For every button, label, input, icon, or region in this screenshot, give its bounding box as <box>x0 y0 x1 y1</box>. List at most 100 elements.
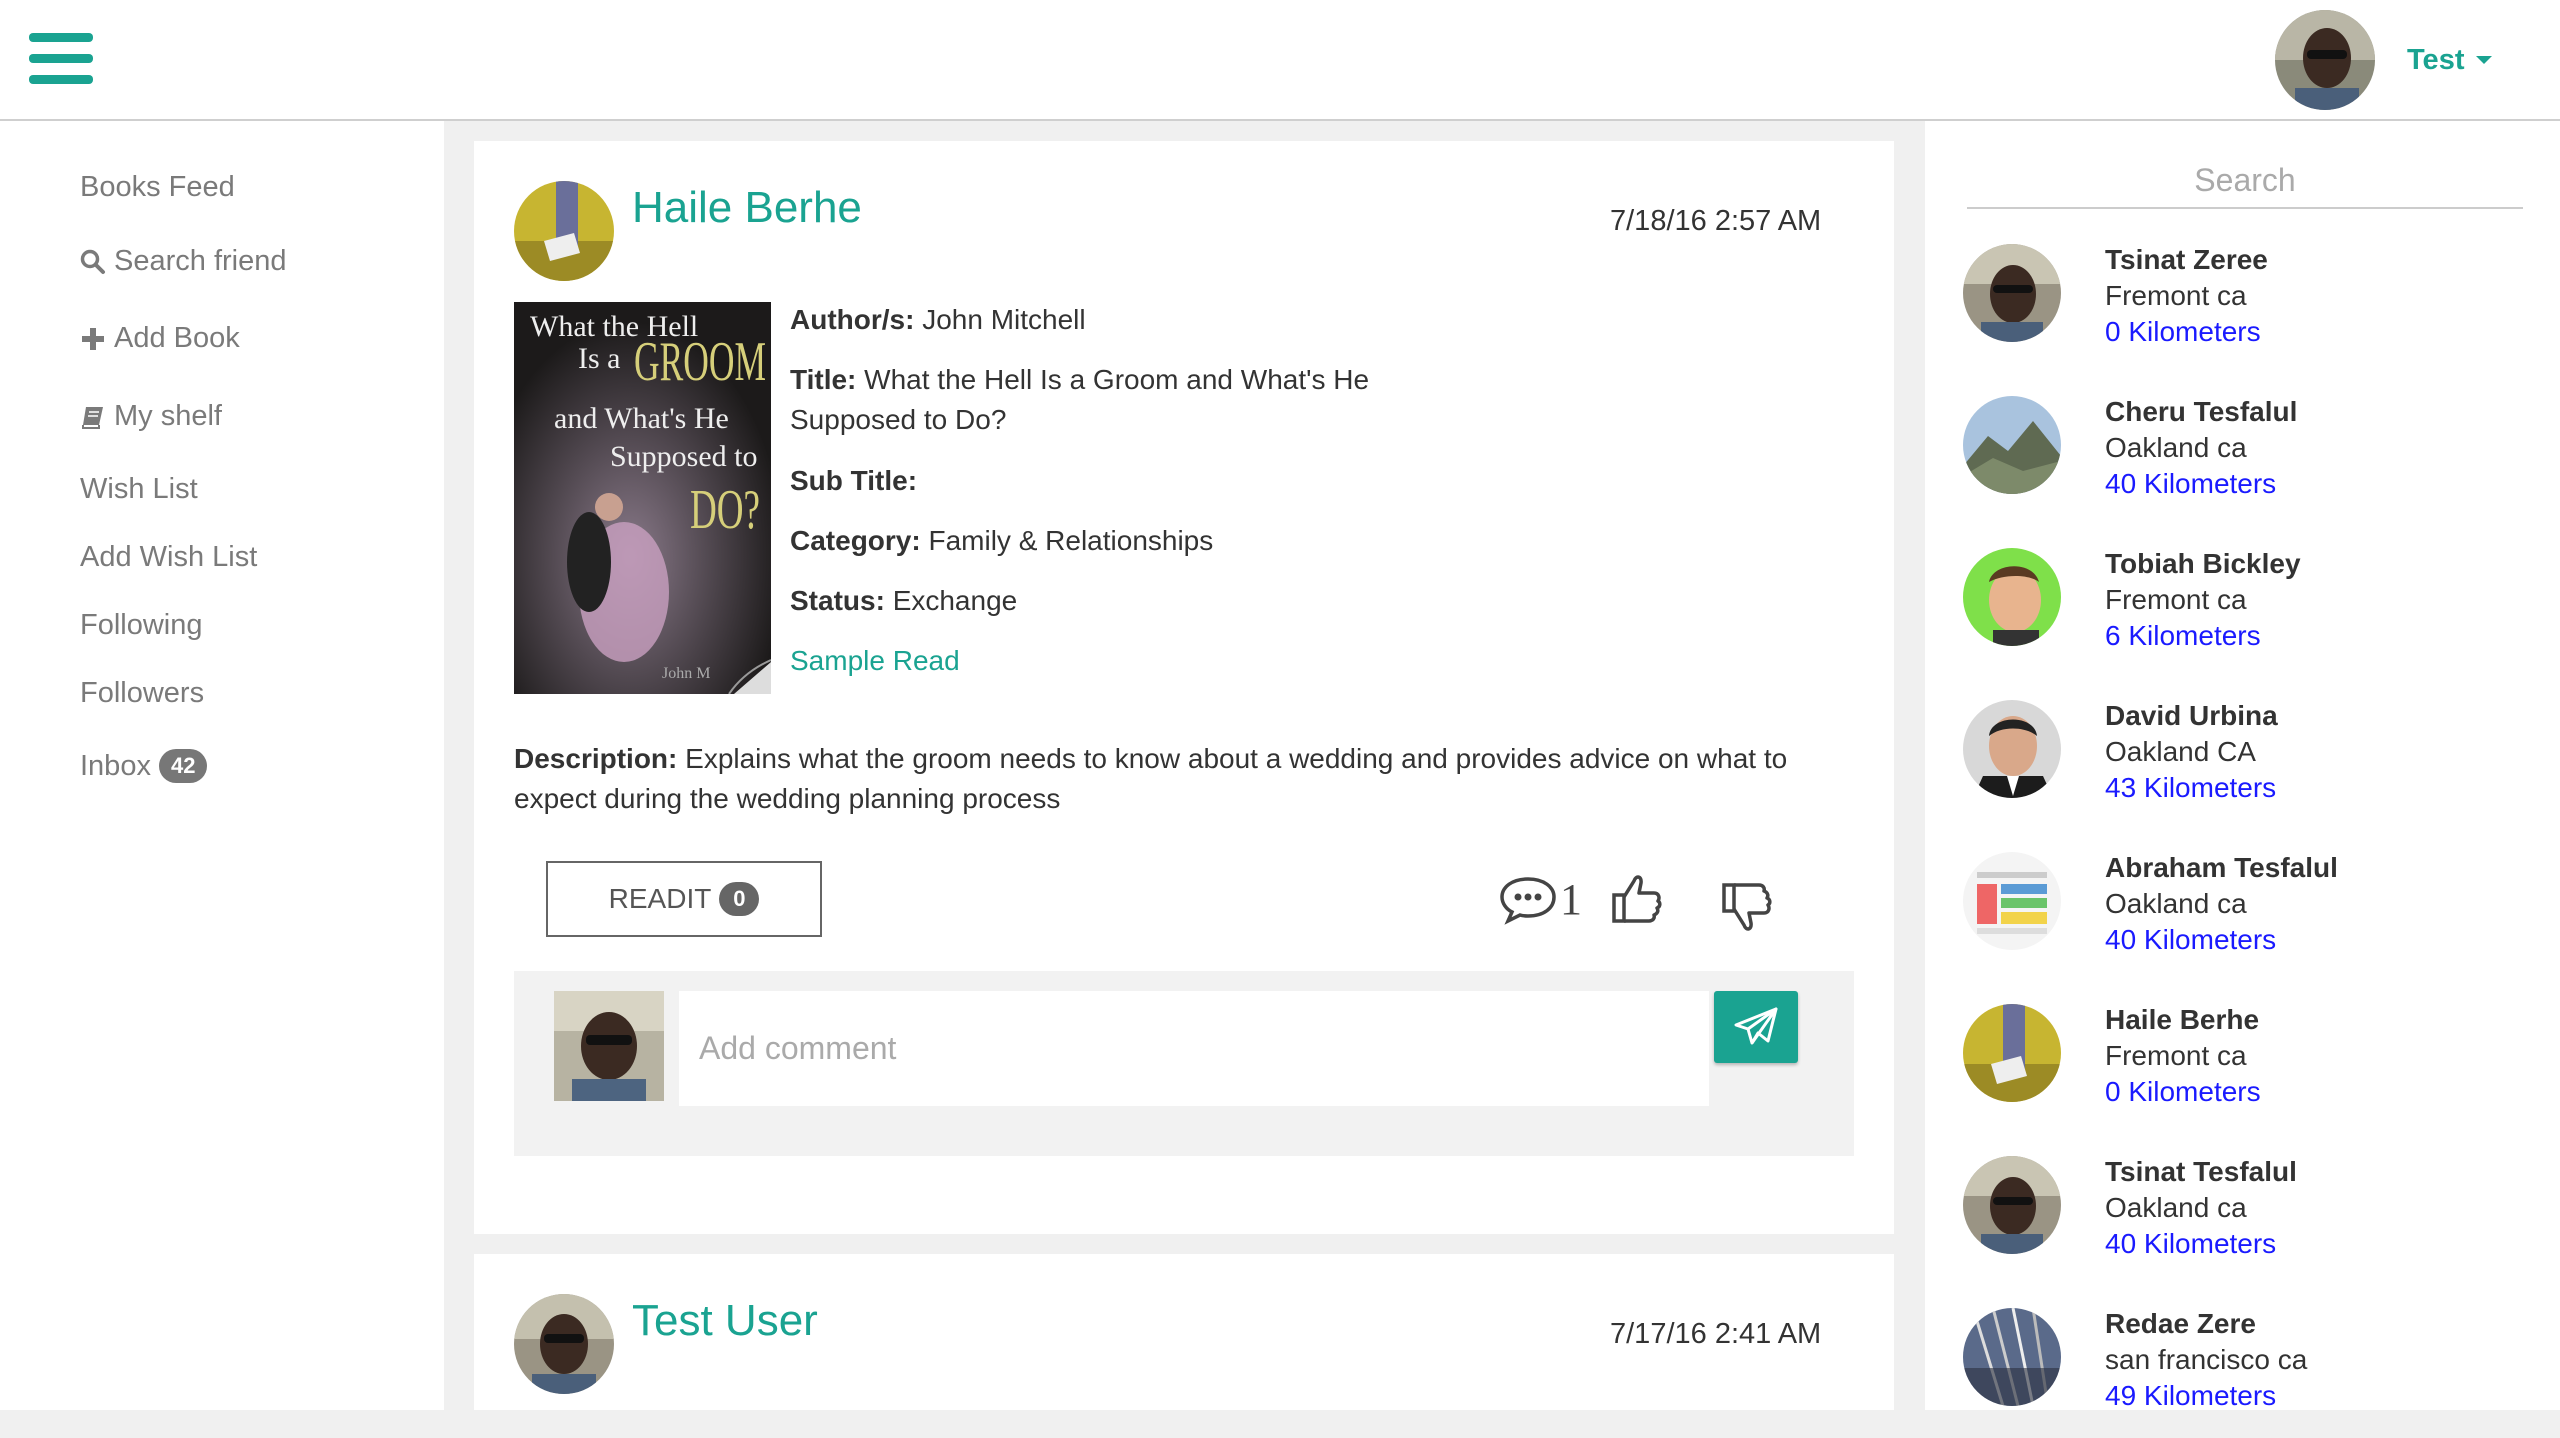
book-description: Description: Explains what the groom nee… <box>514 743 1788 814</box>
friend-location: Oakland ca <box>2105 432 2247 463</box>
cover-text: John M <box>662 665 710 682</box>
inbox-count-badge: 42 <box>158 749 208 783</box>
add-comment-input[interactable] <box>679 991 1709 1106</box>
cover-text: GROOM <box>634 331 766 393</box>
friend-name: David Urbina <box>2105 700 2278 731</box>
friend-name: Tobiah Bickley <box>2105 548 2301 579</box>
cover-text: DO? <box>690 479 760 541</box>
avatar <box>1963 548 2061 646</box>
sidebar-item-books-feed[interactable]: Books Feed <box>80 171 235 204</box>
search-input[interactable] <box>1967 153 2523 209</box>
friend-distance: 49 Kilometers <box>2105 1380 2277 1411</box>
sidebar-item-label: My shelf <box>114 400 222 432</box>
avatar <box>1963 396 2061 494</box>
sidebar-item-label: Followers <box>80 677 205 709</box>
friend-distance: 6 Kilometers <box>2105 620 2261 651</box>
friend-location: Oakland ca <box>2105 888 2247 919</box>
post-author-name[interactable]: Haile Berhe <box>632 183 862 233</box>
send-comment-button[interactable] <box>1714 991 1798 1063</box>
chevron-down-icon[interactable] <box>2476 56 2493 64</box>
friend-location: san francisco ca <box>2105 1344 2308 1375</box>
friend-item[interactable]: Tsinat Tesfalul Oakland ca 40 Kilometers <box>1963 1156 2523 1286</box>
friends-panel: Tsinat Zeree Fremont ca 0 Kilometers Che… <box>1925 121 2560 1411</box>
book-cover-image[interactable]: What the Hell Is a GROOM and What's He S… <box>514 302 771 694</box>
avatar[interactable] <box>2275 10 2375 110</box>
user-menu-dropdown[interactable]: Test <box>2275 10 2493 110</box>
friend-item[interactable]: Tsinat Zeree Fremont ca 0 Kilometers <box>1963 244 2523 374</box>
avatar[interactable] <box>514 181 614 281</box>
friend-item[interactable]: David Urbina Oakland CA 43 Kilometers <box>1963 700 2523 830</box>
avatar <box>554 991 664 1101</box>
avatar <box>1963 1004 2061 1102</box>
sidebar-item-search-friend[interactable]: Search friend <box>80 245 287 278</box>
user-name[interactable]: Test <box>2407 44 2464 77</box>
sidebar-item-label: Inbox <box>80 749 151 782</box>
friend-item[interactable]: Abraham Tesfalul Oakland ca 40 Kilometer… <box>1963 852 2523 982</box>
friend-distance: 43 Kilometers <box>2105 772 2277 803</box>
sidebar-item-wish-list[interactable]: Wish List <box>80 473 198 506</box>
friend-name: Tsinat Tesfalul <box>2105 1156 2297 1187</box>
search-icon <box>80 249 106 275</box>
post-timestamp: 7/18/16 2:57 AM <box>1610 205 1822 237</box>
comment-count: 1 <box>1560 874 1582 924</box>
cover-text: Supposed to <box>610 440 758 473</box>
friend-item[interactable]: Cheru Tesfalul Oakland ca 40 Kilometers <box>1963 396 2523 526</box>
top-navbar: Test <box>0 0 2560 121</box>
cover-text: and What's He <box>554 402 729 435</box>
avatar <box>1963 700 2061 798</box>
friend-distance: 40 Kilometers <box>2105 924 2277 955</box>
comment-composer <box>514 971 1854 1156</box>
like-button[interactable] <box>1608 871 1664 927</box>
sidebar-item-label: Wish List <box>80 473 198 505</box>
book-status: Status: Exchange <box>790 585 1018 616</box>
sidebar-item-label: Books Feed <box>80 171 235 203</box>
friend-item[interactable]: Redae Zere san francisco ca 49 Kilometer… <box>1963 1308 2523 1438</box>
friend-name: Redae Zere <box>2105 1308 2256 1339</box>
post-card: Test User 7/17/16 2:41 AM <box>474 1254 1894 1410</box>
friend-name: Haile Berhe <box>2105 1004 2260 1035</box>
friend-location: Fremont ca <box>2105 1040 2247 1071</box>
book-title: Title: What the Hell Is a Groom and What… <box>790 364 1370 435</box>
friend-name: Tsinat Zeree <box>2105 244 2268 275</box>
sidebar: Books Feed Search friend Add Book My she… <box>0 121 444 1410</box>
sidebar-item-following[interactable]: Following <box>80 609 203 642</box>
friend-distance: 40 Kilometers <box>2105 468 2277 499</box>
book-icon <box>80 404 106 430</box>
readit-button[interactable]: READIT 0 <box>546 861 822 937</box>
avatar <box>1963 852 2061 950</box>
friend-location: Oakland ca <box>2105 1192 2247 1223</box>
comment-icon <box>1500 877 1556 925</box>
friend-item[interactable]: Haile Berhe Fremont ca 0 Kilometers <box>1963 1004 2523 1134</box>
friend-location: Fremont ca <box>2105 280 2247 311</box>
sidebar-item-my-shelf[interactable]: My shelf <box>80 400 222 433</box>
paper-plane-icon <box>1734 1007 1778 1045</box>
avatar <box>1963 244 2061 342</box>
avatar <box>1963 1308 2061 1406</box>
friend-location: Fremont ca <box>2105 584 2247 615</box>
sidebar-item-followers[interactable]: Followers <box>80 677 204 710</box>
sidebar-item-label: Add Book <box>114 322 240 354</box>
dislike-button[interactable] <box>1718 879 1774 935</box>
sidebar-item-add-book[interactable]: Add Book <box>80 322 240 355</box>
book-category: Category: Family & Relationships <box>790 525 1214 556</box>
avatar <box>1963 1156 2061 1254</box>
friend-item[interactable]: Tobiah Bickley Fremont ca 6 Kilometers <box>1963 548 2523 678</box>
sidebar-item-inbox[interactable]: Inbox 42 <box>80 749 208 783</box>
sidebar-item-label: Search friend <box>114 245 287 277</box>
avatar[interactable] <box>514 1294 614 1394</box>
sidebar-item-add-wish-list[interactable]: Add Wish List <box>80 541 257 574</box>
sample-read-link[interactable]: Sample Read <box>790 641 960 681</box>
plus-icon <box>80 326 106 352</box>
comments-button[interactable]: 1 <box>1498 873 1582 925</box>
friend-distance: 40 Kilometers <box>2105 1228 2277 1259</box>
sidebar-item-label: Following <box>80 609 203 641</box>
book-authors: Author/s: John Mitchell <box>790 304 1086 335</box>
readit-count-badge: 0 <box>719 882 760 916</box>
friend-name: Abraham Tesfalul <box>2105 852 2338 883</box>
post-author-name[interactable]: Test User <box>632 1296 818 1346</box>
friend-distance: 0 Kilometers <box>2105 316 2261 347</box>
hamburger-menu-icon[interactable] <box>29 33 93 85</box>
book-subtitle: Sub Title: <box>790 465 918 496</box>
friend-distance: 0 Kilometers <box>2105 1076 2261 1107</box>
cover-text: Is a <box>578 342 620 375</box>
